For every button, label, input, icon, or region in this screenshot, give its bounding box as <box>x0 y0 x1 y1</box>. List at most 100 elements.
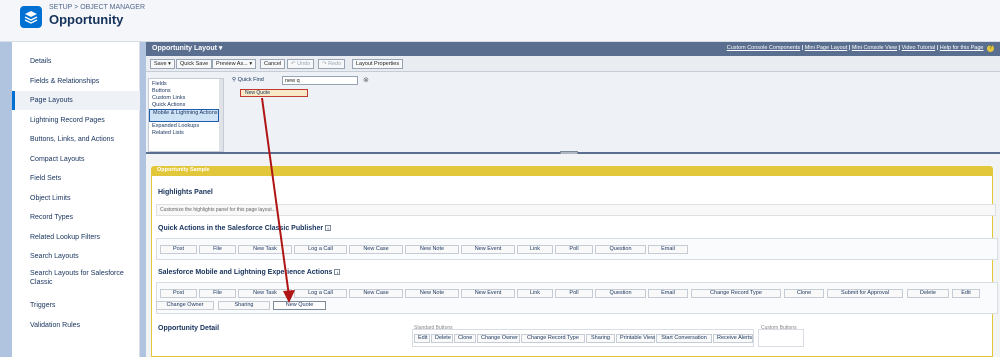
palette-item-new-quote[interactable]: New Quote <box>240 89 308 97</box>
highlights-panel-box[interactable]: Customize the highlights panel for this … <box>156 204 996 216</box>
help-icon[interactable]: ? <box>987 45 994 52</box>
sidebar-item-details[interactable]: Details <box>12 52 140 71</box>
action-new-event[interactable]: New Event <box>461 289 515 298</box>
action-delete[interactable]: Delete <box>907 289 949 298</box>
save-button[interactable]: Save ▾ <box>150 59 175 69</box>
redo-button[interactable]: ↷ Redo <box>318 59 346 69</box>
quick-find-input[interactable] <box>282 76 358 85</box>
action-edit[interactable]: Edit <box>952 289 980 298</box>
top-links: Custom Console Components | Mini Page La… <box>726 45 994 52</box>
preview-as-button[interactable]: Preview As... ▾ <box>212 59 257 69</box>
sidebar-item-compact-layouts[interactable]: Compact Layouts <box>12 150 140 169</box>
custom-buttons-label: Custom Buttons <box>761 325 797 331</box>
sidebar-item-search-layouts[interactable]: Search Layouts <box>12 247 140 266</box>
info-icon[interactable]: i <box>334 269 341 276</box>
action-new-quote[interactable]: New Quote <box>273 301 326 310</box>
action-change-owner[interactable]: Change Owner <box>156 301 214 310</box>
action-log-a-call[interactable]: Log a Call <box>294 289 347 298</box>
link-mini-console-view[interactable]: Mini Console View <box>852 45 897 51</box>
action-change-owner[interactable]: Change Owner <box>477 334 520 343</box>
link-help-for-this-page[interactable]: Help for this Page <box>940 45 984 51</box>
layout-selector[interactable]: Opportunity Layout ▾ <box>152 44 222 52</box>
sidebar-item-validation-rules[interactable]: Validation Rules <box>12 316 140 335</box>
layout-title-bar: Opportunity Layout ▾ Custom Console Comp… <box>146 42 1000 56</box>
action-submit-for-approval[interactable]: Submit for Approval <box>827 289 903 298</box>
sidebar-item-field-sets[interactable]: Field Sets <box>12 169 140 188</box>
action-question[interactable]: Question <box>595 289 646 298</box>
standard-buttons-label: Standard Buttons <box>414 325 453 331</box>
lightning-actions-title: Salesforce Mobile and Lightning Experien… <box>158 269 341 276</box>
sidebar-item-object-limits[interactable]: Object Limits <box>12 189 140 208</box>
info-icon[interactable]: i <box>325 225 332 232</box>
quick-save-button[interactable]: Quick Save <box>176 59 213 69</box>
category-buttons[interactable]: Buttons <box>149 88 219 95</box>
page-header: SETUP > OBJECT MANAGER Opportunity <box>0 0 1000 42</box>
action-new-task[interactable]: New Task <box>238 245 292 254</box>
sidebar-item-fields-relationships[interactable]: Fields & Relationships <box>12 72 140 91</box>
highlights-panel-title: Highlights Panel <box>158 189 213 196</box>
category-quick-actions[interactable]: Quick Actions <box>149 102 219 109</box>
layout-editor: Opportunity Layout ▾ Custom Console Comp… <box>146 42 1000 357</box>
action-question[interactable]: Question <box>595 245 646 254</box>
quick-find-label: Quick Find <box>237 77 264 83</box>
custom-buttons-box <box>758 329 804 347</box>
action-post[interactable]: Post <box>160 245 197 254</box>
action-file[interactable]: File <box>199 289 236 298</box>
sidebar-item-page-layouts[interactable]: Page Layouts <box>12 91 140 110</box>
action-email[interactable]: Email <box>648 245 688 254</box>
sample-label: Opportunity Sample <box>157 167 210 173</box>
action-file[interactable]: File <box>199 245 236 254</box>
layers-icon <box>20 6 42 28</box>
link-custom-console-components[interactable]: Custom Console Components <box>727 45 800 51</box>
sidebar-item-search-layouts-classic[interactable]: Search Layouts for Salesforce Classic <box>12 268 140 290</box>
action-sharing[interactable]: Sharing <box>218 301 270 310</box>
layout-properties-button[interactable]: Layout Properties <box>352 59 404 69</box>
action-new-case[interactable]: New Case <box>349 245 403 254</box>
action-link[interactable]: Link <box>517 245 553 254</box>
category-scrollbar[interactable] <box>219 79 223 151</box>
sidebar-item-triggers[interactable]: Triggers <box>12 296 140 315</box>
sidebar: Details Fields & Relationships Page Layo… <box>12 42 140 357</box>
action-change-record-type[interactable]: Change Record Type <box>521 334 585 343</box>
clear-icon[interactable]: ⊗ <box>363 76 369 84</box>
category-mobile-lightning-actions[interactable]: Mobile & Lightning Actions <box>149 109 219 122</box>
cancel-button[interactable]: Cancel <box>260 59 286 69</box>
undo-button[interactable]: ↶ Undo <box>287 59 315 69</box>
category-custom-links[interactable]: Custom Links <box>149 95 219 102</box>
action-new-note[interactable]: New Note <box>405 245 459 254</box>
search-icon: ⚲ <box>232 77 237 83</box>
action-clone[interactable]: Clone <box>784 289 824 298</box>
page-title: Opportunity <box>49 12 124 27</box>
category-related-lists[interactable]: Related Lists <box>149 130 219 137</box>
sidebar-item-buttons-links-actions[interactable]: Buttons, Links, and Actions <box>12 130 140 149</box>
action-new-case[interactable]: New Case <box>349 289 403 298</box>
link-mini-page-layout[interactable]: Mini Page Layout <box>805 45 848 51</box>
action-delete[interactable]: Delete <box>431 334 453 343</box>
breadcrumb[interactable]: SETUP > OBJECT MANAGER <box>49 4 145 11</box>
layout-toolbar: Save ▾ Quick Save Preview As... ▾ Cancel… <box>146 56 1000 72</box>
sidebar-item-lightning-record-pages[interactable]: Lightning Record Pages <box>12 111 140 130</box>
action-new-task[interactable]: New Task <box>238 289 292 298</box>
action-poll[interactable]: Poll <box>555 289 593 298</box>
link-video-tutorial[interactable]: Video Tutorial <box>902 45 936 51</box>
sidebar-item-record-types[interactable]: Record Types <box>12 208 140 227</box>
action-start-conversation[interactable]: Start Conversation <box>656 334 712 343</box>
action-email[interactable]: Email <box>648 289 688 298</box>
action-printable-view[interactable]: Printable View <box>616 334 655 343</box>
opportunity-detail-title: Opportunity Detail <box>158 325 220 332</box>
palette-category-list: Fields Buttons Custom Links Quick Action… <box>148 78 224 152</box>
action-link[interactable]: Link <box>517 289 553 298</box>
action-change-record-type[interactable]: Change Record Type <box>691 289 781 298</box>
action-sharing[interactable]: Sharing <box>586 334 615 343</box>
category-expanded-lookups[interactable]: Expanded Lookups <box>149 123 219 130</box>
action-log-a-call[interactable]: Log a Call <box>294 245 347 254</box>
action-new-note[interactable]: New Note <box>405 289 459 298</box>
category-fields[interactable]: Fields <box>149 81 219 88</box>
action-edit[interactable]: Edit <box>414 334 430 343</box>
action-clone[interactable]: Clone <box>454 334 476 343</box>
sidebar-item-related-lookup-filters[interactable]: Related Lookup Filters <box>12 228 140 247</box>
action-poll[interactable]: Poll <box>555 245 593 254</box>
action-receive-alerts[interactable]: Receive Alerts <box>713 334 753 343</box>
action-new-event[interactable]: New Event <box>461 245 515 254</box>
action-post[interactable]: Post <box>160 289 197 298</box>
